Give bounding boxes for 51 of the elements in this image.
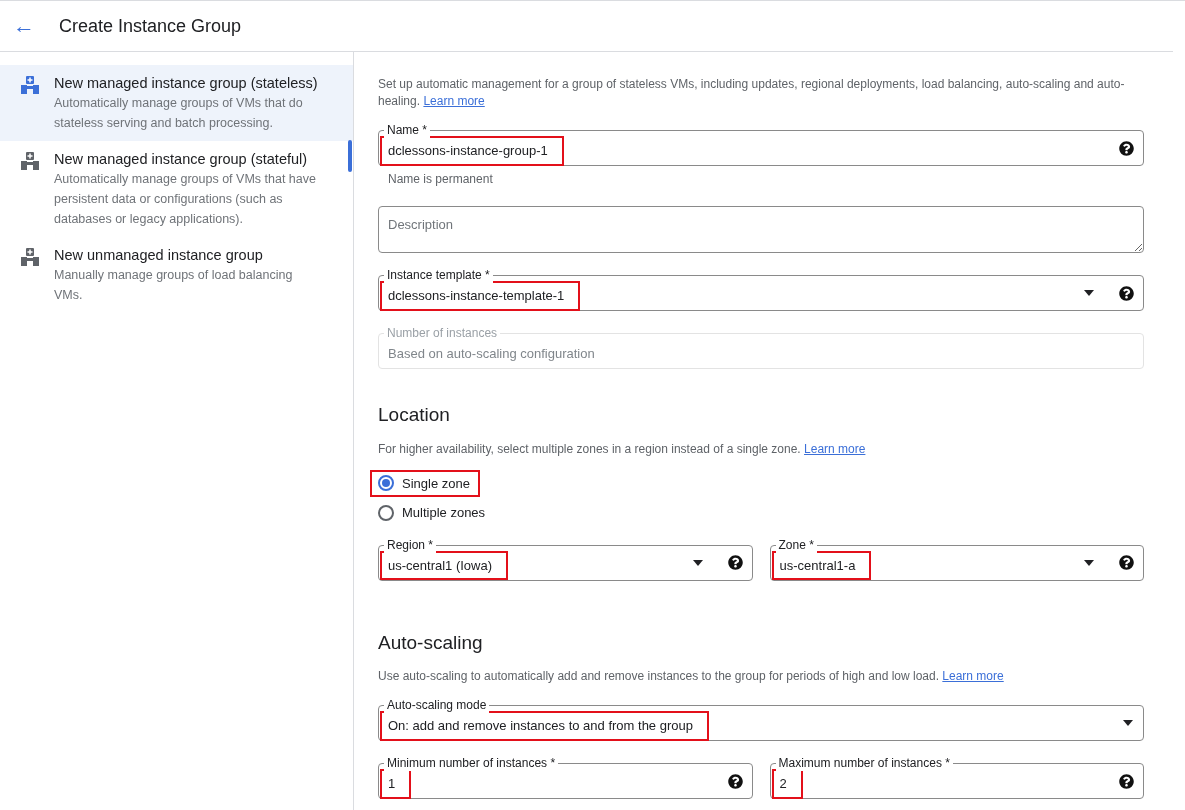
item-title: New managed instance group (stateless) xyxy=(54,74,319,93)
field-label: Instance template * xyxy=(384,267,493,283)
help-icon[interactable] xyxy=(727,773,743,789)
scrollbar-thumb[interactable] xyxy=(348,140,352,172)
section-description: Use auto-scaling to automatically add and remove instances to the group for periods of high and low load. Learn more xyxy=(378,668,1005,685)
dropdown-caret-icon[interactable] xyxy=(1083,289,1095,297)
sidebar-item[interactable]: New unmanaged instance group Manually manage groups of load balancing VMs. xyxy=(0,237,353,313)
field-value: On: add and remove instances to and from the group xyxy=(380,711,709,741)
learn-more-link[interactable]: Learn more xyxy=(942,669,1004,683)
field-label: Maximum number of instances * xyxy=(775,755,953,771)
item-description: Automatically manage groups of VMs that have persistent data or configurations (such as databases or legacy applications). xyxy=(54,171,317,228)
help-icon[interactable] xyxy=(1119,773,1134,789)
field-label: Minimum number of instances * xyxy=(384,755,559,771)
dropdown-caret-icon[interactable] xyxy=(691,558,704,567)
item-title: New managed instance group (stateful) xyxy=(54,150,309,169)
radio-button[interactable] xyxy=(378,475,394,492)
description-field[interactable]: Description xyxy=(378,206,1144,253)
sidebar-item[interactable]: New managed instance group (stateless) Automatically manage groups of VMs that do stateless serving and batch processing. xyxy=(0,65,353,141)
section-heading: Auto-scaling xyxy=(378,630,484,655)
item-title: New unmanaged instance group xyxy=(54,246,264,265)
help-icon[interactable] xyxy=(727,555,743,570)
instance-group-icon xyxy=(20,75,40,95)
help-icon[interactable] xyxy=(1119,555,1134,570)
learn-more-link[interactable]: Learn more xyxy=(423,94,485,108)
field-value: us-central1-a xyxy=(771,550,872,581)
item-description: Automatically manage groups of VMs that do stateless serving and batch processing. xyxy=(54,95,304,132)
field-value: dclessons-instance-template-1 xyxy=(380,281,581,311)
field-value: 2 xyxy=(771,769,803,799)
item-description: Manually manage groups of load balancing VMs. xyxy=(54,267,294,304)
instance-group-icon xyxy=(20,247,40,267)
field-label: Auto-scaling mode xyxy=(384,697,490,713)
sidebar-item[interactable]: New managed instance group (stateful) Automatically manage groups of VMs that have persistent data or configurations (such as databases or legacy applications). xyxy=(0,141,353,237)
radio-option[interactable]: Multiple zones xyxy=(370,499,496,527)
learn-more-link[interactable]: Learn more xyxy=(804,441,866,456)
back-button[interactable]: ← xyxy=(12,15,36,37)
page-title: Create Instance Group xyxy=(59,14,242,38)
field-hint: Name is permanent xyxy=(388,171,494,188)
field-value: 1 xyxy=(380,769,412,799)
radio-button[interactable] xyxy=(378,504,394,521)
section-heading: Location xyxy=(378,403,451,427)
radio-option[interactable]: Single zone xyxy=(370,469,480,497)
field-value: dclessons-instance-group-1 xyxy=(380,136,564,166)
instance-group-icon xyxy=(20,151,40,171)
dropdown-caret-icon[interactable] xyxy=(1083,558,1095,567)
field-label: Name * xyxy=(384,122,430,138)
section-description: For higher availability, select multiple zones in a region instead of a single zone. Learn more xyxy=(378,440,867,458)
intro-text: Set up automatic management for a group of stateless VMs, including updates, regional deployments, load balancing, auto-scaling and auto-healing. Learn more xyxy=(378,76,1126,110)
help-icon[interactable] xyxy=(1119,285,1134,301)
help-icon[interactable] xyxy=(1119,140,1134,156)
field-value: Based on auto-scaling configuration xyxy=(387,345,596,364)
dropdown-caret-icon[interactable] xyxy=(1122,719,1134,727)
